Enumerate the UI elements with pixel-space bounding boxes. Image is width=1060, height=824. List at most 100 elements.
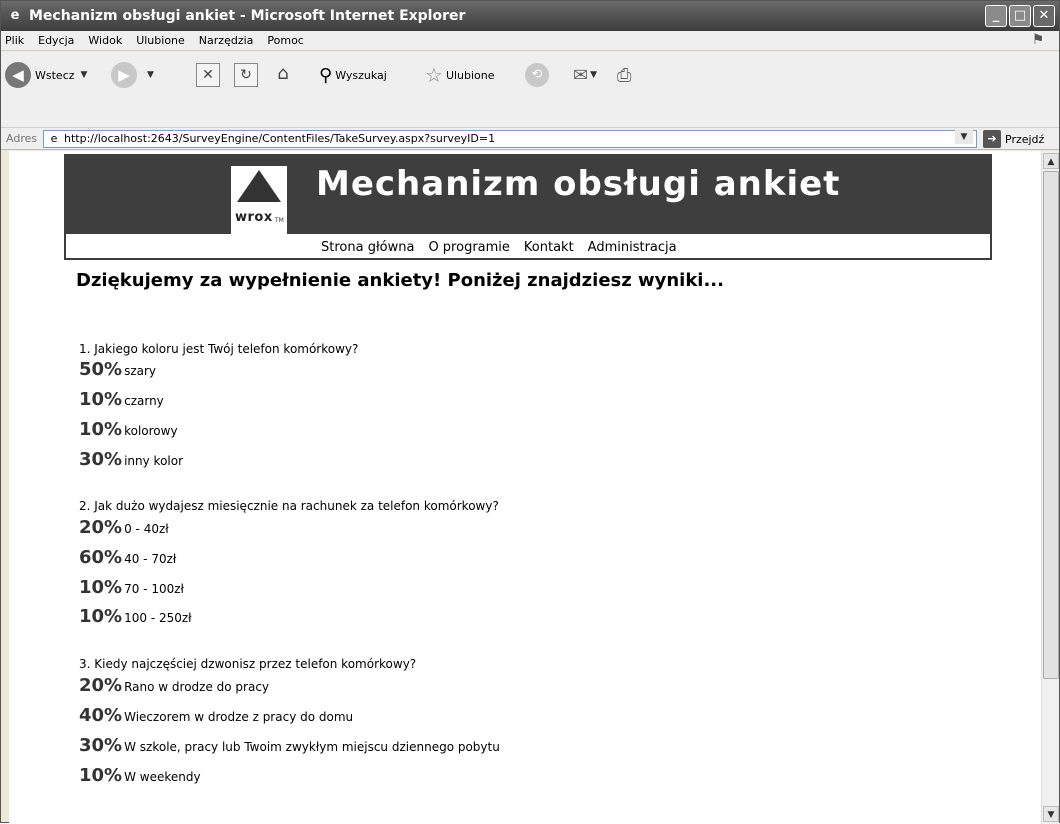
answer-percent: 40% bbox=[79, 705, 123, 726]
answer-row: 10% 100 - 250zł bbox=[79, 606, 192, 627]
menu-ulubione[interactable]: Ulubione bbox=[136, 34, 185, 47]
window-title: Mechanizm obsługi ankiet - Microsoft Int… bbox=[29, 8, 466, 24]
nav-about-link[interactable]: O programie bbox=[428, 240, 509, 255]
ie-icon: e bbox=[10, 8, 20, 23]
search-label: Wyszukaj bbox=[335, 68, 387, 82]
vertical-scrollbar[interactable]: ▲ ▼ bbox=[1041, 151, 1059, 824]
answer-label: 100 - 250zł bbox=[124, 611, 192, 625]
question-2: 2. Jak dużo wydajesz miesięcznie na rach… bbox=[79, 499, 499, 513]
answer-label: W weekendy bbox=[124, 770, 201, 784]
forward-dropdown-icon[interactable]: ▼ bbox=[147, 70, 154, 80]
menu-pomoc[interactable]: Pomoc bbox=[267, 34, 303, 47]
forward-button[interactable]: ▶ ▼ bbox=[111, 52, 154, 98]
address-bar-row: Adres e http://localhost:2643/SurveyEngi… bbox=[1, 128, 1059, 150]
star-icon: ☆ bbox=[425, 63, 443, 87]
close-button[interactable]: ✕ bbox=[1033, 5, 1055, 27]
windows-flag-icon: ⚑ bbox=[1031, 32, 1045, 48]
answer-row: 10% W weekendy bbox=[79, 765, 201, 786]
answer-label: W szkole, pracy lub Twoim zwykłym miejsc… bbox=[124, 740, 500, 754]
forward-arrow-icon: ▶ bbox=[111, 62, 137, 88]
menu-edycja[interactable]: Edycja bbox=[38, 34, 74, 47]
go-arrow-icon: ➜ bbox=[983, 130, 1001, 148]
answer-percent: 20% bbox=[79, 517, 123, 538]
menu-bar: Plik Edycja Widok Ulubione Narzędzia Pom… bbox=[1, 31, 1059, 51]
title-bar: e Mechanizm obsługi ankiet - Microsoft I… bbox=[1, 1, 1059, 31]
answer-row: 40% Wieczorem w drodze z pracy do domu bbox=[79, 705, 353, 726]
answer-percent: 60% bbox=[79, 547, 123, 568]
mail-icon: ✉ bbox=[573, 64, 589, 86]
answer-label: kolorowy bbox=[124, 424, 178, 438]
go-label: Przejdź bbox=[1005, 132, 1045, 146]
answer-percent: 10% bbox=[79, 389, 123, 410]
browser-window: e Mechanizm obsługi ankiet - Microsoft I… bbox=[0, 0, 1060, 824]
answer-label: szary bbox=[124, 364, 157, 378]
site-nav: Strona główna O programie Kontakt Admini… bbox=[64, 234, 992, 260]
answer-row: 10% kolorowy bbox=[79, 419, 178, 440]
answer-label: czarny bbox=[124, 394, 164, 408]
answer-row: 20% Rano w drodze do pracy bbox=[79, 675, 269, 696]
answer-label: inny kolor bbox=[124, 454, 184, 468]
answer-percent: 30% bbox=[79, 735, 123, 756]
address-url: http://localhost:2643/SurveyEngine/Conte… bbox=[64, 132, 496, 145]
wrox-logo: wrox TM bbox=[231, 166, 287, 234]
menu-plik[interactable]: Plik bbox=[5, 34, 24, 47]
address-dropdown-icon[interactable]: ▼ bbox=[955, 130, 973, 144]
history-icon[interactable]: ⟲ bbox=[525, 63, 549, 87]
address-input[interactable]: e http://localhost:2643/SurveyEngine/Con… bbox=[43, 130, 977, 148]
answer-row: 30% W szkole, pracy lub Twoim zwykłym mie… bbox=[79, 735, 500, 756]
minimize-button[interactable]: _ bbox=[985, 5, 1007, 27]
search-icon: ⚲ bbox=[319, 64, 333, 86]
favorites-label: Ulubione bbox=[445, 68, 495, 82]
menu-widok[interactable]: Widok bbox=[88, 34, 122, 47]
answer-row: 50% szary bbox=[79, 359, 156, 380]
refresh-icon[interactable]: ↻ bbox=[234, 63, 258, 87]
answer-percent: 50% bbox=[79, 359, 123, 380]
answer-label: Wieczorem w drodze z pracy do domu bbox=[124, 710, 354, 724]
back-button[interactable]: ◀ Wstecz ▼ bbox=[5, 52, 87, 98]
favorites-button[interactable]: ☆ Ulubione bbox=[425, 52, 495, 98]
mail-dropdown-icon[interactable]: ▼ bbox=[590, 70, 597, 80]
answer-percent: 10% bbox=[79, 765, 123, 786]
nav-home-link[interactable]: Strona główna bbox=[321, 240, 414, 255]
answer-percent: 10% bbox=[79, 577, 123, 598]
search-button[interactable]: ⚲ Wyszukaj bbox=[319, 52, 387, 98]
page-icon: e bbox=[50, 132, 58, 145]
scroll-up-icon[interactable]: ▲ bbox=[1043, 153, 1059, 169]
address-label: Adres bbox=[6, 132, 38, 145]
answer-label: 70 - 100zł bbox=[124, 582, 184, 596]
answer-row: 10% czarny bbox=[79, 389, 164, 410]
page-heading: Dziękujemy za wypełnienie ankiety! Poniż… bbox=[76, 270, 724, 291]
answer-row: 30% inny kolor bbox=[79, 449, 183, 470]
page-content: wrox TM Mechanizm obsługi ankiet Strona … bbox=[9, 151, 1041, 824]
answer-row: 10% 70 - 100zł bbox=[79, 577, 184, 598]
home-icon[interactable]: ⌂ bbox=[271, 63, 295, 87]
nav-admin-link[interactable]: Administracja bbox=[588, 240, 677, 255]
answer-label: 40 - 70zł bbox=[124, 552, 177, 566]
answer-row: 60% 40 - 70zł bbox=[79, 547, 176, 568]
menu-narzedzia[interactable]: Narzędzia bbox=[199, 34, 254, 47]
toolbar: ◀ Wstecz ▼ ▶ ▼ ✕ ↻ ⌂ ⚲ Wyszukaj ☆ Ulubio… bbox=[1, 52, 1059, 128]
answer-label: Rano w drodze do pracy bbox=[124, 680, 270, 694]
answer-label: 0 - 40zł bbox=[124, 522, 169, 536]
mail-button[interactable]: ✉ ▼ bbox=[573, 52, 597, 98]
scroll-thumb[interactable] bbox=[1043, 171, 1059, 679]
nav-contact-link[interactable]: Kontakt bbox=[524, 240, 574, 255]
answer-row: 20% 0 - 40zł bbox=[79, 517, 169, 538]
back-label: Wstecz bbox=[35, 68, 75, 82]
answer-percent: 10% bbox=[79, 419, 123, 440]
stop-icon[interactable]: ✕ bbox=[196, 63, 220, 87]
maximize-button[interactable]: □ bbox=[1009, 5, 1031, 27]
logo-triangle-icon bbox=[237, 170, 281, 202]
question-3: 3. Kiedy najczęściej dzwonisz przez tele… bbox=[79, 657, 417, 671]
answer-percent: 10% bbox=[79, 606, 123, 627]
question-1: 1. Jakiego koloru jest Twój telefon komó… bbox=[79, 342, 359, 356]
print-icon[interactable]: ⎙ bbox=[617, 65, 631, 86]
answer-percent: 30% bbox=[79, 449, 123, 470]
site-title: Mechanizm obsługi ankiet bbox=[316, 164, 841, 204]
site-banner: wrox TM Mechanizm obsługi ankiet bbox=[64, 154, 992, 234]
back-dropdown-icon[interactable]: ▼ bbox=[81, 70, 88, 80]
answer-percent: 20% bbox=[79, 675, 123, 696]
go-button[interactable]: ➜ Przejdź bbox=[983, 130, 1044, 148]
back-arrow-icon: ◀ bbox=[5, 62, 31, 88]
scroll-down-icon[interactable]: ▼ bbox=[1043, 806, 1059, 822]
